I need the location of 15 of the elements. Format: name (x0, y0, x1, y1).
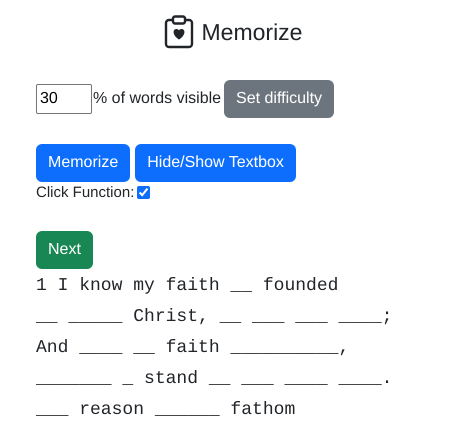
page-title: Memorize (202, 18, 302, 46)
clipboard-heart-icon (164, 15, 194, 49)
verse-line: _______ _ stand __ ___ ____ ____. (36, 368, 394, 391)
memorize-button[interactable]: Memorize (36, 144, 130, 182)
click-function-label: Click Function: (36, 184, 134, 201)
percent-label: % of words visible (93, 90, 222, 108)
percent-input[interactable]: 30 (36, 84, 92, 114)
verse-line: __ _____ Christ, __ ___ ___ ____; (36, 306, 394, 329)
click-function-checkbox[interactable] (137, 186, 150, 199)
set-difficulty-button[interactable]: Set difficulty (224, 80, 334, 118)
verse-line: And ____ __ faith __________, (36, 337, 350, 360)
next-button[interactable]: Next (36, 231, 93, 269)
verse-line: 1 I know my faith __ founded (36, 275, 340, 298)
toggle-textbox-button[interactable]: Hide/Show Textbox (135, 144, 296, 182)
verse-line: ___ reason ______ fathom (36, 399, 296, 422)
